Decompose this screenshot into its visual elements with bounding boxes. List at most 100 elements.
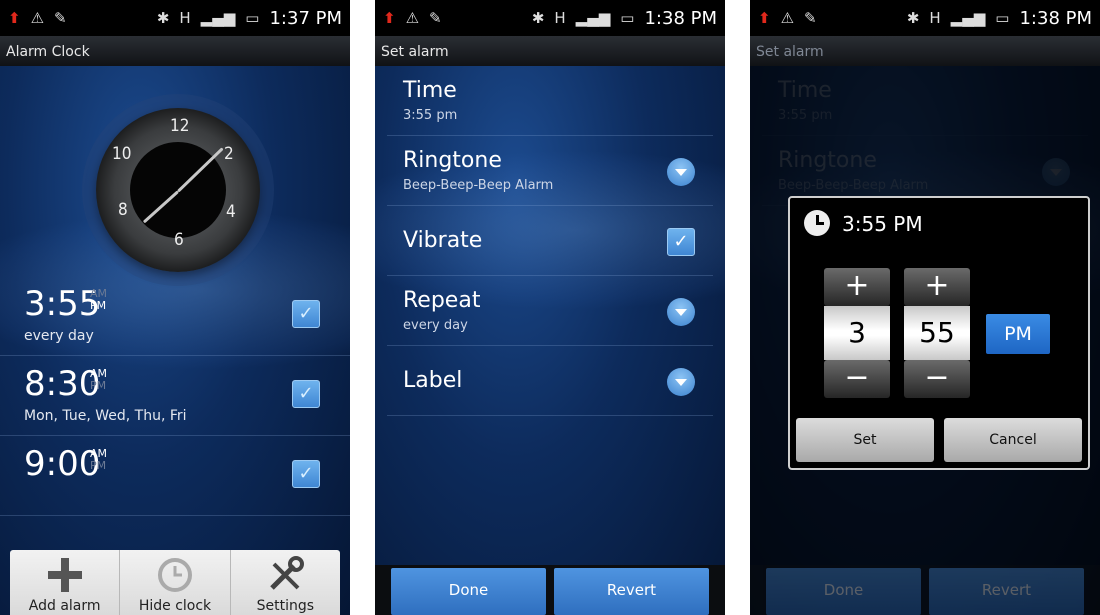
- alarm-time: 3:55: [24, 284, 101, 324]
- set-button[interactable]: Set: [796, 418, 934, 462]
- clock-icon: [156, 556, 194, 598]
- minute-value[interactable]: 55: [904, 306, 970, 360]
- vibrate-setting[interactable]: Vibrate ✓: [387, 208, 713, 276]
- tools-icon: [266, 556, 305, 598]
- alarm-row[interactable]: 8:30 AM PM Mon, Tue, Wed, Thu, Fri ✓: [0, 356, 350, 436]
- clock-icon: [804, 210, 830, 236]
- repeat-value: every day: [403, 318, 468, 333]
- ringtone-setting[interactable]: Ringtone Beep-Beep-Beep Alarm: [387, 138, 713, 206]
- alarm-days: every day: [24, 328, 94, 344]
- alarm-clock-screen: ⬆ ⚠ ✎ ✱ H ▂▄▆ ▭ 1:37 PM Alarm Clock 12 2…: [0, 0, 350, 615]
- status-time: 1:38 PM: [1019, 7, 1092, 29]
- ringtone-label: Ringtone: [403, 148, 502, 173]
- debug-icon: ✎: [429, 9, 442, 27]
- bottom-toolbar: Add alarm Hide clock Settings: [10, 550, 340, 615]
- ringtone-value: Beep-Beep-Beep Alarm: [403, 178, 554, 193]
- alarm-enabled-checkbox[interactable]: ✓: [292, 460, 320, 488]
- vibrate-checkbox[interactable]: ✓: [667, 228, 695, 256]
- signal-icon: ▂▄▆: [950, 9, 986, 27]
- hour-value[interactable]: 3: [824, 306, 890, 360]
- chevron-down-icon[interactable]: [667, 158, 695, 186]
- chevron-down-icon[interactable]: [667, 368, 695, 396]
- clock-number: 12: [170, 116, 190, 136]
- time-value: 3:55 pm: [403, 108, 458, 123]
- bluetooth-icon: ✱: [906, 9, 920, 27]
- clock-number: 6: [174, 230, 184, 250]
- settings-button[interactable]: Settings: [231, 550, 340, 615]
- repeat-label: Repeat: [403, 288, 481, 313]
- debug-icon: ✎: [804, 9, 817, 27]
- bluetooth-icon: ✱: [156, 9, 170, 27]
- minute-decrement-button[interactable]: −: [904, 360, 970, 398]
- page-title: Set alarm: [750, 36, 1100, 66]
- alarm-row[interactable]: 9:00 AM PM ✓: [0, 436, 350, 516]
- action-bar: Done Revert: [375, 565, 725, 615]
- usb-icon: ⬆: [383, 9, 396, 27]
- dialog-title: 3:55 PM: [842, 212, 923, 236]
- settings-label: Settings: [256, 598, 315, 614]
- page-title: Alarm Clock: [0, 36, 350, 66]
- status-bar: ⬆ ⚠ ✎ ✱ H ▂▄▆ ▭ 1:38 PM: [375, 0, 725, 36]
- action-bar: Done Revert: [750, 565, 1100, 615]
- add-alarm-label: Add alarm: [28, 598, 101, 614]
- time-picker-dialog: 3:55 PM + 3 − + 55 − PM Set Cancel: [788, 196, 1090, 470]
- hide-clock-button[interactable]: Hide clock: [120, 550, 231, 615]
- clock-number: 4: [226, 202, 236, 222]
- ampm-toggle-button[interactable]: PM: [986, 314, 1050, 354]
- hour-decrement-button[interactable]: −: [824, 360, 890, 398]
- minute-increment-button[interactable]: +: [904, 268, 970, 306]
- status-bar: ⬆ ⚠ ✎ ✱ H ▂▄▆ ▭ 1:38 PM: [750, 0, 1100, 36]
- label-setting[interactable]: Label: [387, 348, 713, 416]
- usb-icon: ⬆: [758, 9, 771, 27]
- status-time: 1:38 PM: [644, 7, 717, 29]
- alarm-days: Mon, Tue, Wed, Thu, Fri: [24, 408, 187, 424]
- status-bar: ⬆ ⚠ ✎ ✱ H ▂▄▆ ▭ 1:37 PM: [0, 0, 350, 36]
- alarm-row[interactable]: 3:55 AM PM every day ✓: [0, 276, 350, 356]
- revert-button: Revert: [929, 568, 1084, 615]
- status-time: 1:37 PM: [269, 7, 342, 29]
- repeat-setting[interactable]: Repeat every day: [387, 278, 713, 346]
- alarm-time: 8:30: [24, 364, 101, 404]
- network-type-icon: H: [179, 9, 191, 27]
- battery-icon: ▭: [245, 9, 260, 27]
- cancel-button[interactable]: Cancel: [944, 418, 1082, 462]
- battery-icon: ▭: [620, 9, 635, 27]
- usb-icon: ⬆: [8, 9, 21, 27]
- set-alarm-screen: ⬆ ⚠ ✎ ✱ H ▂▄▆ ▭ 1:38 PM Set alarm Time 3…: [375, 0, 725, 615]
- time-setting[interactable]: Time 3:55 pm: [387, 68, 713, 136]
- time-picker-screen: ⬆ ⚠ ✎ ✱ H ▂▄▆ ▭ 1:38 PM Set alarm Time 3…: [750, 0, 1100, 615]
- signal-icon: ▂▄▆: [575, 9, 611, 27]
- warning-icon: ⚠: [780, 9, 795, 27]
- time-label: Time: [403, 78, 457, 103]
- alarm-enabled-checkbox[interactable]: ✓: [292, 380, 320, 408]
- done-button[interactable]: Done: [391, 568, 546, 615]
- hide-clock-label: Hide clock: [138, 598, 212, 614]
- chevron-down-icon[interactable]: [667, 298, 695, 326]
- analog-clock[interactable]: 12 2 4 6 8 10: [96, 108, 260, 272]
- ampm-indicator: AM PM: [90, 447, 108, 472]
- add-alarm-button[interactable]: Add alarm: [10, 550, 121, 615]
- clock-number: 8: [118, 200, 128, 220]
- bluetooth-icon: ✱: [531, 9, 545, 27]
- done-button: Done: [766, 568, 921, 615]
- hour-increment-button[interactable]: +: [824, 268, 890, 306]
- vibrate-label: Vibrate: [403, 228, 483, 253]
- warning-icon: ⚠: [30, 9, 45, 27]
- clock-number: 2: [224, 144, 234, 164]
- page-title: Set alarm: [375, 36, 725, 66]
- revert-button[interactable]: Revert: [554, 568, 709, 615]
- ampm-indicator: AM PM: [90, 367, 108, 392]
- alarm-time: 9:00: [24, 444, 101, 484]
- alarm-enabled-checkbox[interactable]: ✓: [292, 300, 320, 328]
- battery-icon: ▭: [995, 9, 1010, 27]
- ampm-indicator: AM PM: [90, 287, 108, 312]
- debug-icon: ✎: [54, 9, 67, 27]
- hour-picker: + 3 −: [824, 268, 890, 398]
- network-type-icon: H: [929, 9, 941, 27]
- plus-icon: [46, 556, 84, 598]
- minute-picker: + 55 −: [904, 268, 970, 398]
- signal-icon: ▂▄▆: [200, 9, 236, 27]
- network-type-icon: H: [554, 9, 566, 27]
- label-label: Label: [403, 368, 463, 393]
- warning-icon: ⚠: [405, 9, 420, 27]
